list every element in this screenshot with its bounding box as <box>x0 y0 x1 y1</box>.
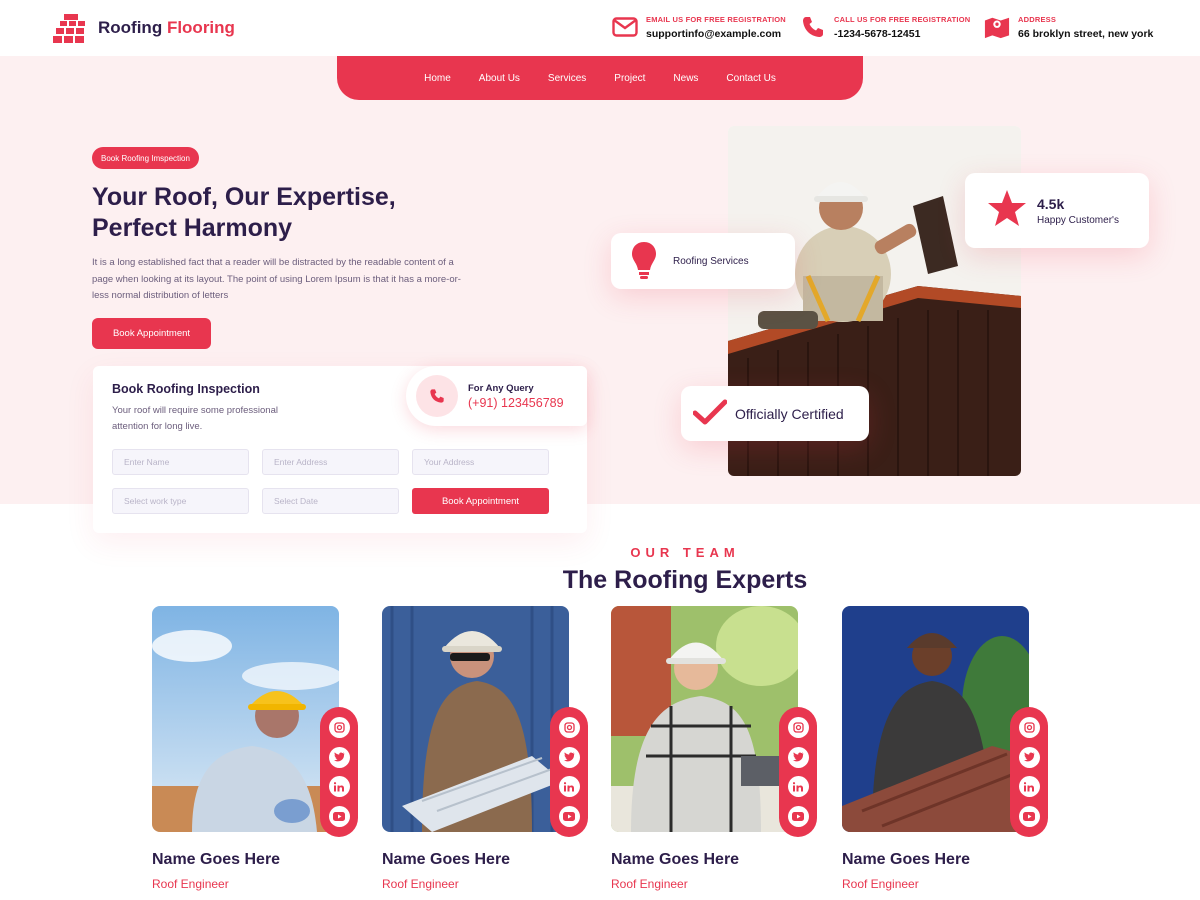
youtube-icon[interactable] <box>558 805 580 827</box>
phone-label: CALL US FOR FREE REGISTRATION <box>834 14 971 24</box>
nav-contact-us[interactable]: Contact Us <box>712 73 789 84</box>
book-appointment-button[interactable]: Book Appointment <box>92 318 211 349</box>
instagram-icon[interactable] <box>1018 717 1040 739</box>
email-value: supportinfo@example.com <box>646 27 782 40</box>
team-member-card: Name Goes Here Roof Engineer <box>382 606 592 900</box>
happy-customers-card: 4.5k Happy Customer's <box>965 173 1149 248</box>
member-name: Name Goes Here <box>152 851 281 868</box>
team-member-card: Name Goes Here Roof Engineer <box>611 606 821 900</box>
team-member-photo <box>382 606 569 832</box>
member-role: Roof Engineer <box>382 877 459 891</box>
linkedin-icon[interactable] <box>1018 776 1040 798</box>
twitter-icon[interactable] <box>787 746 809 768</box>
team-member-photo <box>152 606 339 832</box>
address-input[interactable] <box>262 449 399 475</box>
team-member-photo <box>842 606 1029 832</box>
nav-services[interactable]: Services <box>534 73 600 84</box>
envelope-icon <box>612 14 638 40</box>
header-phone[interactable]: CALL US FOR FREE REGISTRATION -1234-5678… <box>800 14 970 40</box>
nav-home[interactable]: Home <box>410 73 465 84</box>
your-address-input[interactable] <box>412 449 549 475</box>
team-member-card: Name Goes Here Roof Engineer <box>152 606 362 900</box>
hero-description: It is a long established fact that a rea… <box>92 257 461 301</box>
member-role: Roof Engineer <box>842 877 919 891</box>
member-name: Name Goes Here <box>382 851 511 868</box>
map-icon <box>984 14 1010 40</box>
header-address[interactable]: ADDRESS 66 broklyn street, new york <box>984 14 1153 40</box>
roofing-services-card: Roofing Services <box>611 233 795 289</box>
team-member-card: Name Goes Here Roof Engineer <box>842 606 1052 900</box>
lightbulb-icon <box>631 240 657 283</box>
social-links <box>320 707 358 837</box>
nav-about-us[interactable]: About Us <box>465 73 534 84</box>
hero-title: Your Roof, Our Expertise, Perfect Harmony <box>92 183 396 242</box>
main-nav: Home About Us Services Project News Cont… <box>337 56 863 100</box>
team-member-photo <box>611 606 798 832</box>
linkedin-icon[interactable] <box>558 776 580 798</box>
hero-badge: Book Roofing Imspection <box>92 147 199 169</box>
twitter-icon[interactable] <box>558 746 580 768</box>
team-title: The Roofing Experts <box>562 566 808 594</box>
form-title: Book Roofing Inspection <box>112 382 260 396</box>
customers-count: 4.5k <box>1037 195 1065 212</box>
youtube-icon[interactable] <box>787 805 809 827</box>
social-links <box>779 707 817 837</box>
phone-value: -1234-5678-12451 <box>834 27 921 40</box>
phone-icon <box>416 375 458 417</box>
form-submit-button[interactable]: Book Appointment <box>412 488 549 514</box>
work-type-select[interactable] <box>112 488 249 514</box>
twitter-icon[interactable] <box>1018 746 1040 768</box>
brand-name: Roofing Flooring <box>98 18 235 37</box>
instagram-icon[interactable] <box>787 717 809 739</box>
twitter-icon[interactable] <box>328 746 350 768</box>
member-name: Name Goes Here <box>611 851 740 868</box>
instagram-icon[interactable] <box>558 717 580 739</box>
name-input[interactable] <box>112 449 249 475</box>
date-select[interactable] <box>262 488 399 514</box>
services-label: Roofing Services <box>673 255 749 267</box>
certified-label: Officially Certified <box>735 405 844 422</box>
query-box[interactable]: For Any Query (+91) 123456789 <box>406 366 587 426</box>
roof-logo-icon <box>53 14 85 43</box>
certified-card: Officially Certified <box>681 386 869 441</box>
youtube-icon[interactable] <box>1018 805 1040 827</box>
youtube-icon[interactable] <box>328 805 350 827</box>
instagram-icon[interactable] <box>328 717 350 739</box>
inspection-form-card: Book Roofing Inspection Your roof will r… <box>93 366 587 533</box>
nav-project[interactable]: Project <box>600 73 659 84</box>
nav-news[interactable]: News <box>659 73 712 84</box>
member-role: Roof Engineer <box>152 877 229 891</box>
query-phone: (+91) 123456789 <box>468 395 564 410</box>
star-icon <box>987 189 1027 232</box>
social-links <box>1010 707 1048 837</box>
address-label: ADDRESS <box>1018 14 1057 24</box>
phone-icon <box>800 14 826 40</box>
member-role: Roof Engineer <box>611 877 688 891</box>
email-label: EMAIL US FOR FREE REGISTRATION <box>646 14 786 24</box>
linkedin-icon[interactable] <box>787 776 809 798</box>
checkmark-icon <box>692 399 728 428</box>
team-subtitle: OUR TEAM <box>630 545 740 560</box>
query-label: For Any Query <box>468 382 534 394</box>
customers-label: Happy Customer's <box>1037 214 1119 226</box>
form-description: Your roof will require some professional… <box>112 405 278 432</box>
brand-logo[interactable]: Roofing Flooring <box>52 12 235 44</box>
top-header: Roofing Flooring EMAIL US FOR FREE REGIS… <box>0 0 1200 56</box>
linkedin-icon[interactable] <box>328 776 350 798</box>
social-links <box>550 707 588 837</box>
header-email[interactable]: EMAIL US FOR FREE REGISTRATION supportin… <box>612 14 786 40</box>
address-value: 66 broklyn street, new york <box>1018 27 1154 40</box>
member-name: Name Goes Here <box>842 851 971 868</box>
